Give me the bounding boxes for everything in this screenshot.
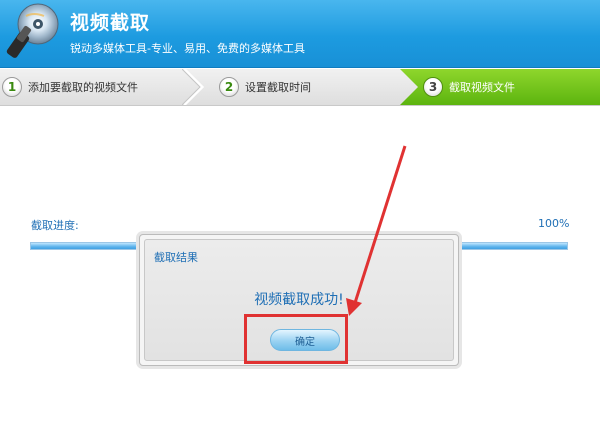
dialog-message: 视频截取成功! [254,292,344,308]
step-3: 3 截取视频文件 [423,69,515,105]
disc-with-scissors-icon [6,3,59,58]
step-3-number: 3 [423,77,443,97]
step-2-label: 设置截取时间 [245,81,311,94]
step-1-number: 1 [2,77,22,97]
step-2: 2 设置截取时间 [219,69,311,105]
app-title: 视频截取 [70,12,151,34]
step-1-label: 添加要截取的视频文件 [28,81,138,94]
annotation-highlight-box [244,314,348,364]
progress-label: 截取进度: [31,219,79,232]
dialog-title: 截取结果 [154,251,198,264]
progress-percent: 100% [538,217,570,230]
app-subtitle: 锐动多媒体工具-专业、易用、免费的多媒体工具 [70,42,305,55]
app-header: 视频截取 锐动多媒体工具-专业、易用、免费的多媒体工具 [0,0,600,68]
step-1: 1 添加要截取的视频文件 [2,69,138,105]
step-2-number: 2 [219,77,239,97]
wizard-steps-bar: 1 添加要截取的视频文件 2 设置截取时间 3 截取视频文件 [0,69,600,106]
step-3-label: 截取视频文件 [449,81,515,94]
step-separator-icon [182,69,204,105]
